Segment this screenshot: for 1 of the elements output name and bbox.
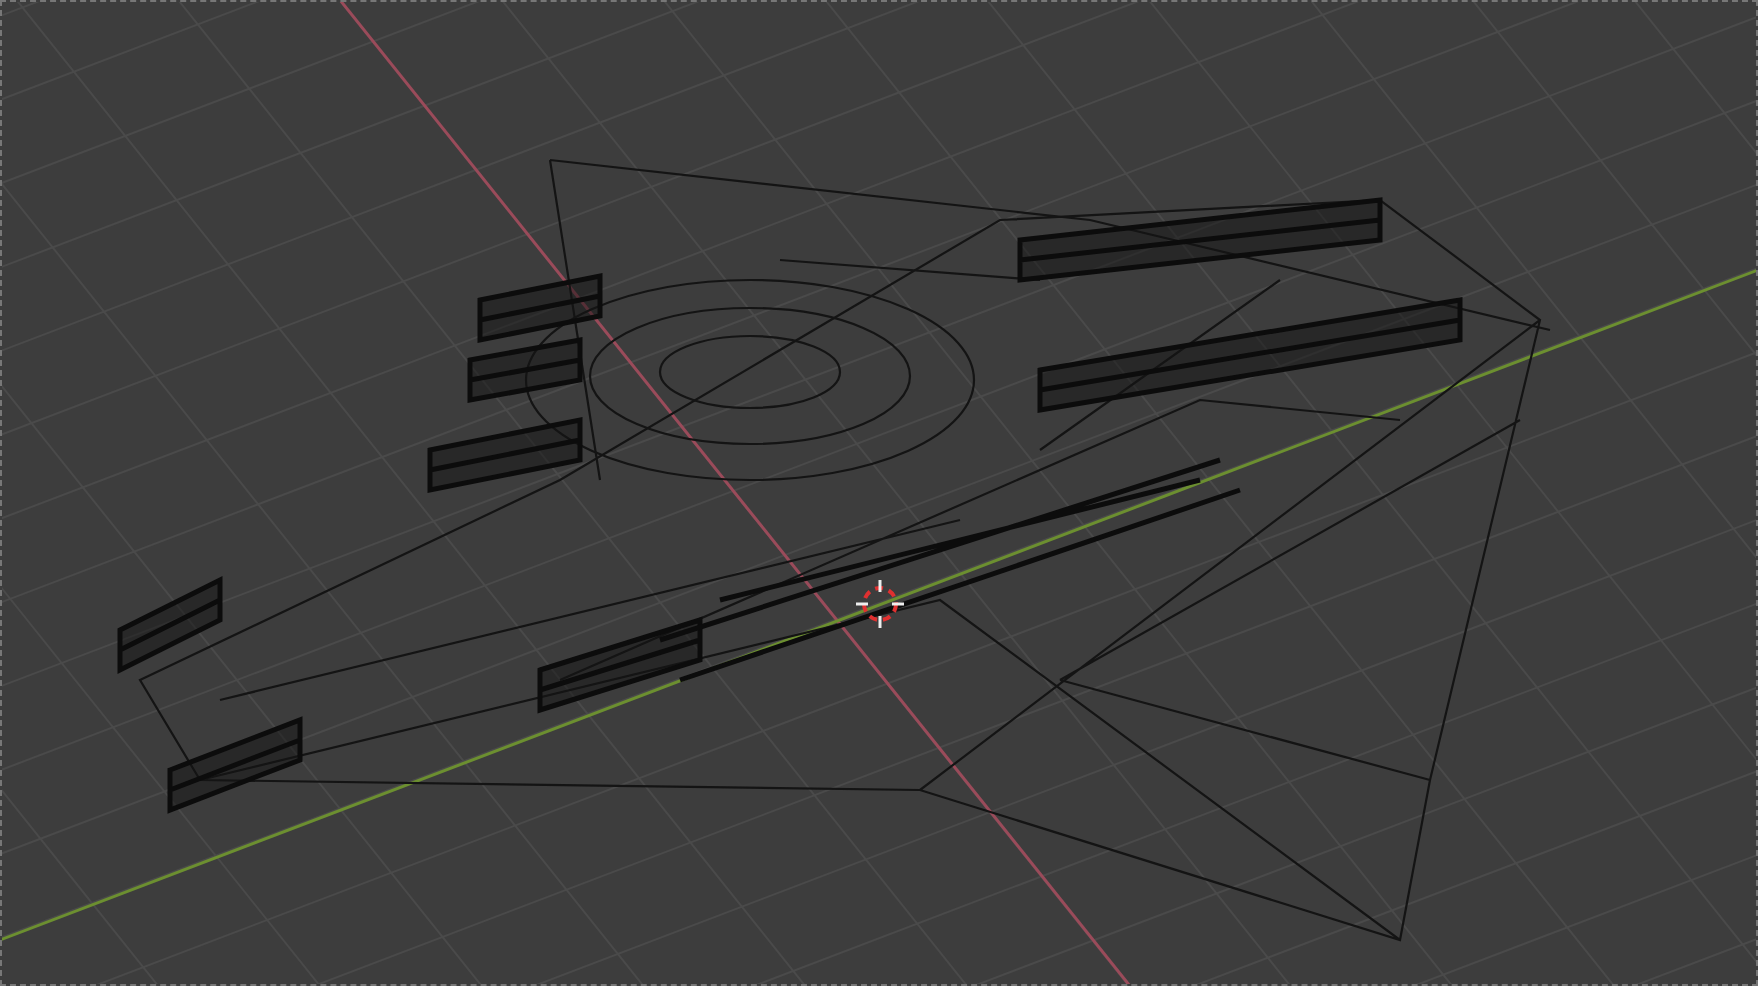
3d-cursor-icon[interactable] — [854, 578, 906, 630]
